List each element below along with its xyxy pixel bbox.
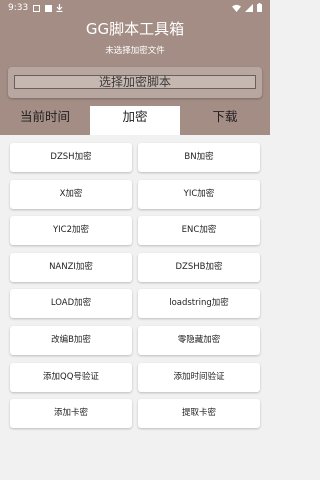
app-title: GG脚本工具箱 [85, 20, 185, 38]
dzshb-encrypt-button[interactable]: DZSHB加密 [138, 253, 260, 282]
tab-download[interactable]: 下载 [180, 106, 270, 135]
add-card-key-button[interactable]: 添加卡密 [10, 399, 132, 428]
gaibian-b-encrypt-button[interactable]: 改编B加密 [10, 326, 132, 355]
battery-icon [257, 3, 262, 12]
load-encrypt-button[interactable]: LOAD加密 [10, 289, 132, 318]
nanzi-encrypt-button[interactable]: NANZI加密 [10, 253, 132, 282]
extract-card-key-button[interactable]: 提取卡密 [138, 399, 260, 428]
dzsh-encrypt-button[interactable]: DZSH加密 [10, 143, 132, 172]
status-bar: 9:33 n i [0, 0, 270, 16]
tab-encrypt[interactable]: 加密 [90, 106, 180, 135]
add-time-verify-button[interactable]: 添加时间验证 [138, 363, 260, 392]
add-qq-verify-button[interactable]: 添加QQ号验证 [10, 363, 132, 392]
zero-hide-encrypt-button[interactable]: 零隐藏加密 [138, 326, 260, 355]
select-script-button[interactable]: 选择加密脚本 [8, 67, 262, 98]
tab-current-time[interactable]: 当前时间 [0, 106, 90, 135]
notification-icon: n [33, 4, 41, 12]
wifi-icon [232, 4, 241, 12]
signal-icon [245, 3, 253, 12]
file-status-text: 未选择加密文件 [105, 46, 165, 56]
x-encrypt-button[interactable]: X加密 [10, 180, 132, 209]
bn-encrypt-button[interactable]: BN加密 [138, 143, 260, 172]
enc-encrypt-button[interactable]: ENC加密 [138, 216, 260, 245]
yic2-encrypt-button[interactable]: YIC2加密 [10, 216, 132, 245]
download-icon [56, 4, 63, 12]
loadstring-encrypt-button[interactable]: loadstring加密 [138, 289, 260, 318]
tab-bar: 当前时间 加密 下载 [0, 106, 270, 135]
app-header: GG脚本工具箱 未选择加密文件 选择加密脚本 当前时间 加密 下载 [0, 16, 270, 135]
status-time: 9:33 [8, 3, 29, 13]
select-script-label: 选择加密脚本 [14, 75, 256, 89]
image-icon: i [45, 4, 53, 12]
yic-encrypt-button[interactable]: YIC加密 [138, 180, 260, 209]
